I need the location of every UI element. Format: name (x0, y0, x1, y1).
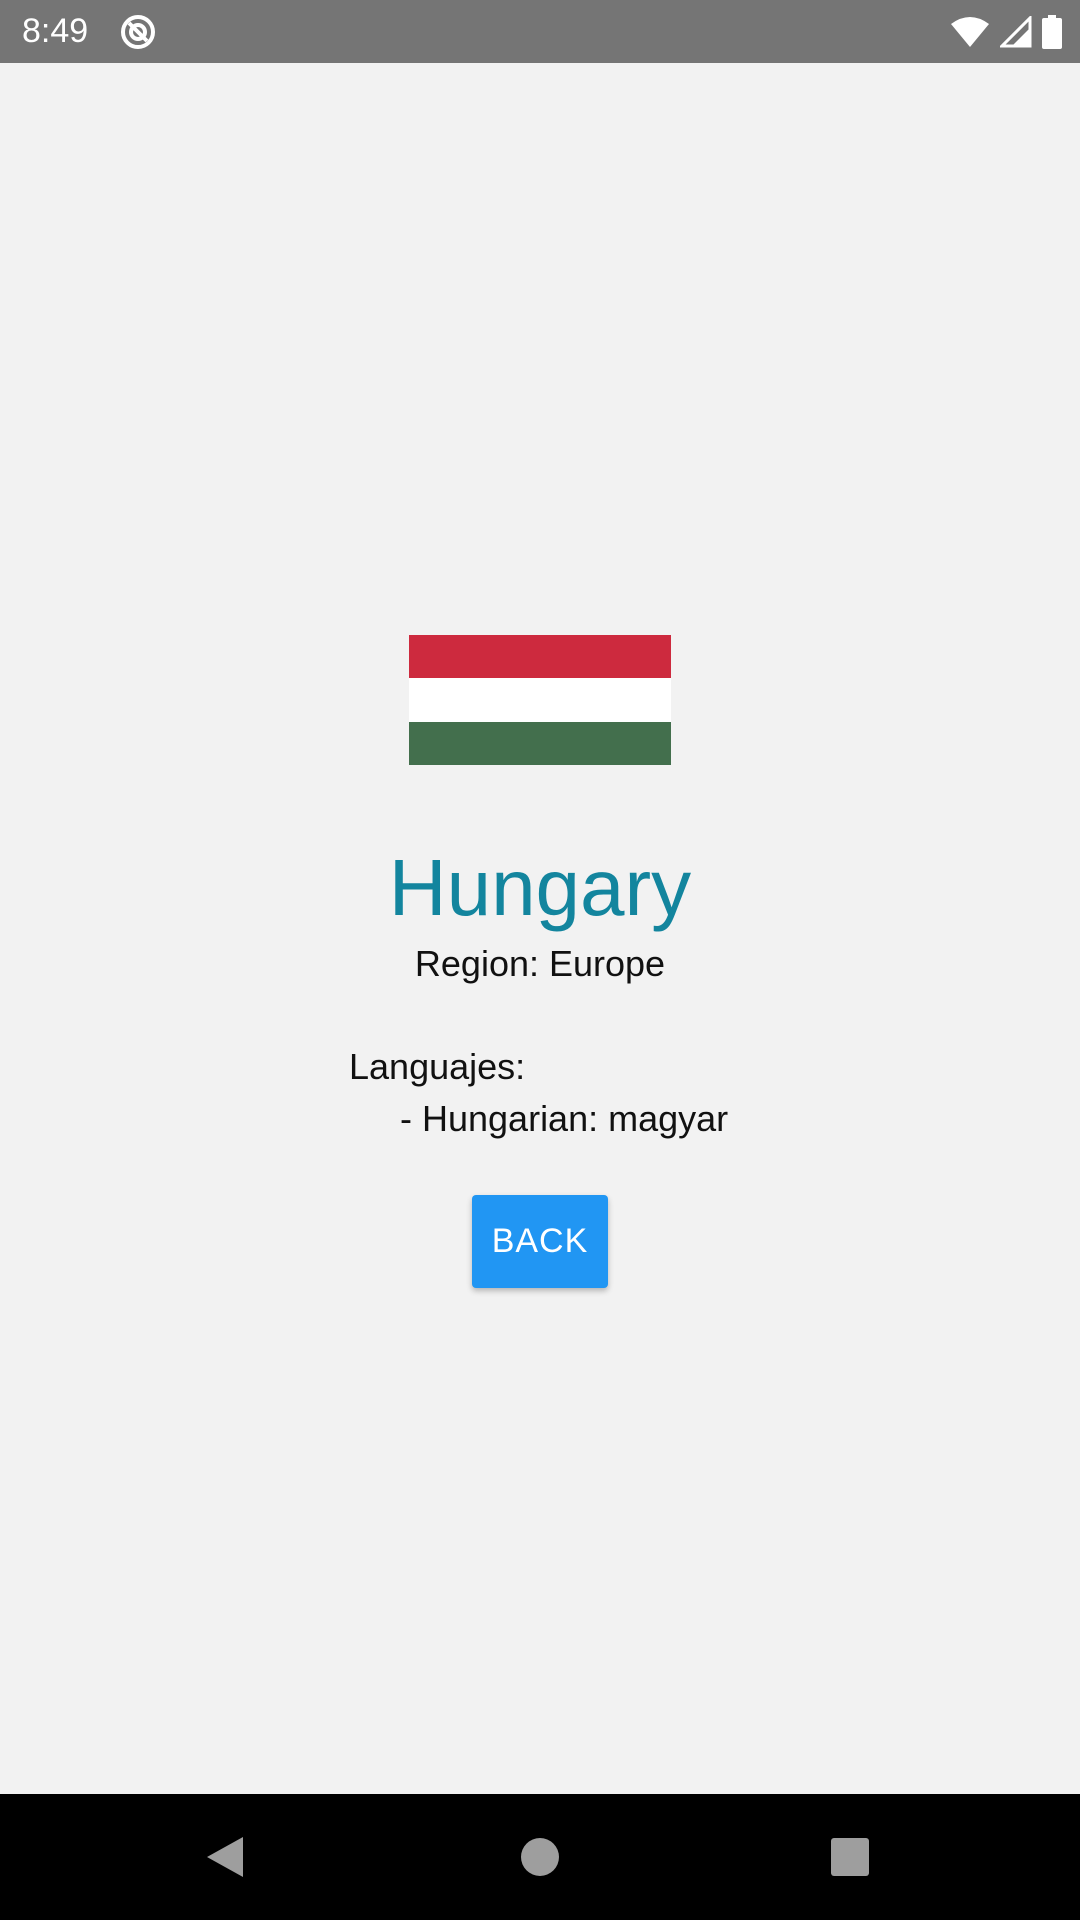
languages-title: Languajes: (349, 1046, 526, 1087)
navigation-bar (0, 1794, 1080, 1920)
cellular-signal-icon (1000, 16, 1032, 48)
app-notification-icon (120, 14, 156, 50)
language-item: - Hungarian: magyar (400, 1098, 729, 1139)
back-button[interactable]: BACK (472, 1195, 608, 1288)
country-region: Region: Europe (414, 943, 666, 984)
battery-icon (1042, 15, 1062, 49)
status-time: 8:49 (22, 12, 89, 50)
back-triangle-icon[interactable] (192, 1824, 258, 1890)
country-name: Hungary (388, 843, 692, 932)
flag-stripe-red (409, 635, 671, 679)
recents-square-icon[interactable] (817, 1824, 883, 1890)
status-icons (950, 14, 1062, 50)
wifi-icon (950, 16, 990, 48)
status-bar: 8:49 (0, 0, 1080, 63)
flag-stripe-green (409, 721, 671, 765)
country-flag (409, 635, 671, 765)
screen: 8:49 Hungary Region: Europe Languajes: -… (0, 0, 1080, 1920)
home-circle-icon[interactable] (507, 1824, 573, 1890)
flag-stripe-white (409, 678, 671, 722)
